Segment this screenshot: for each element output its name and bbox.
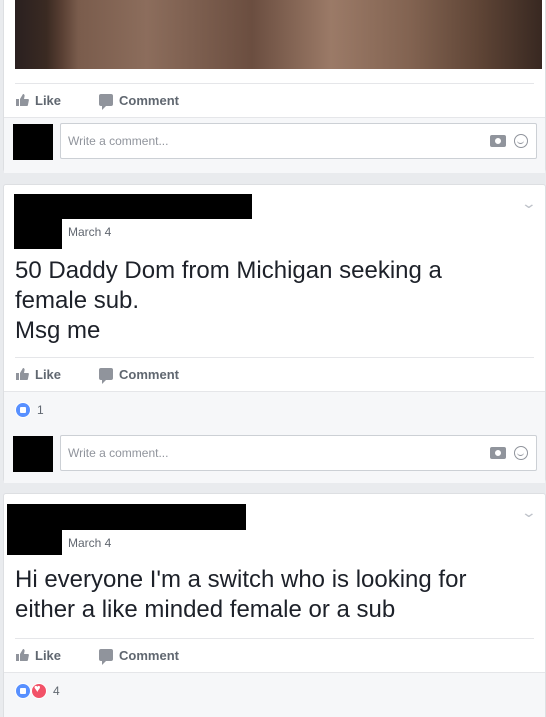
author-name-redacted	[14, 194, 252, 219]
comment-button[interactable]: Comment	[99, 647, 179, 665]
like-icon	[16, 368, 29, 380]
like-icon	[16, 94, 29, 106]
chevron-down-icon[interactable]: ⌄	[521, 504, 537, 521]
post-date[interactable]: March 4	[68, 225, 111, 239]
post-text-line: Msg me	[15, 317, 101, 344]
love-reaction-icon	[31, 683, 47, 699]
camera-icon[interactable]	[490, 447, 506, 459]
like-button[interactable]: Like	[15, 648, 61, 663]
comment-area: Write a comment...	[4, 117, 545, 173]
divider	[15, 357, 534, 358]
like-reaction-icon	[15, 402, 31, 418]
camera-icon[interactable]	[490, 135, 506, 147]
comment-area: 4	[4, 672, 545, 717]
avatar	[13, 436, 53, 472]
reactions-summary[interactable]: 1	[15, 402, 44, 418]
comment-icon	[99, 94, 114, 110]
comment-label: Comment	[119, 647, 179, 663]
comment-input-icons	[490, 446, 528, 460]
avatar	[13, 124, 53, 160]
like-button[interactable]: Like	[15, 93, 61, 108]
comment-area: 1 Write a comment...	[4, 391, 545, 483]
like-label: Like	[35, 92, 62, 108]
like-reaction-icon	[15, 683, 31, 699]
post-text-line: either a like minded female or a sub	[15, 596, 396, 623]
reaction-count: 4	[53, 684, 60, 698]
post-card: March 4 ⌄ Hi everyone I'm a switch who i…	[3, 493, 546, 717]
like-label: Like	[35, 366, 62, 382]
like-icon	[16, 649, 29, 661]
comment-placeholder: Write a comment...	[68, 446, 169, 460]
comment-input[interactable]: Write a comment...	[60, 123, 537, 159]
comment-label: Comment	[119, 92, 179, 108]
post-text-line: female sub.	[15, 287, 140, 314]
post-card: March 4 ⌄ 50 Daddy Dom from Michigan see…	[3, 184, 546, 483]
post-text: Hi everyone I'm a switch who is looking …	[15, 565, 466, 625]
post-text-line: Hi everyone I'm a switch who is looking …	[15, 566, 467, 593]
post-card: Like Comment Write a comment...	[3, 0, 546, 173]
author-name-redacted	[7, 504, 246, 530]
comment-icon	[99, 649, 114, 665]
like-label: Like	[35, 647, 62, 663]
comment-input-icons	[490, 134, 528, 148]
chevron-down-icon[interactable]: ⌄	[521, 195, 537, 212]
comment-button[interactable]: Comment	[99, 366, 179, 384]
reaction-count: 1	[37, 403, 44, 417]
post-text: 50 Daddy Dom from Michigan seeking a fem…	[15, 256, 442, 346]
reactions-summary[interactable]: 4	[15, 683, 60, 699]
post-actions: Like Comment	[15, 85, 179, 115]
divider	[15, 638, 534, 639]
emoji-icon[interactable]	[514, 446, 528, 460]
comment-placeholder: Write a comment...	[68, 134, 169, 148]
comment-label: Comment	[119, 366, 179, 382]
comment-input[interactable]: Write a comment...	[60, 435, 537, 471]
post-text-line: 50 Daddy Dom from Michigan seeking a	[15, 257, 442, 284]
post-actions: Like Comment	[15, 640, 179, 670]
like-button[interactable]: Like	[15, 367, 61, 382]
divider	[15, 83, 534, 84]
post-actions: Like Comment	[15, 359, 179, 389]
avatar	[7, 530, 62, 555]
emoji-icon[interactable]	[514, 134, 528, 148]
avatar	[14, 219, 62, 249]
comment-icon	[99, 368, 114, 384]
post-photo[interactable]	[15, 0, 542, 69]
comment-button[interactable]: Comment	[99, 92, 179, 110]
post-date[interactable]: March 4	[68, 536, 111, 550]
